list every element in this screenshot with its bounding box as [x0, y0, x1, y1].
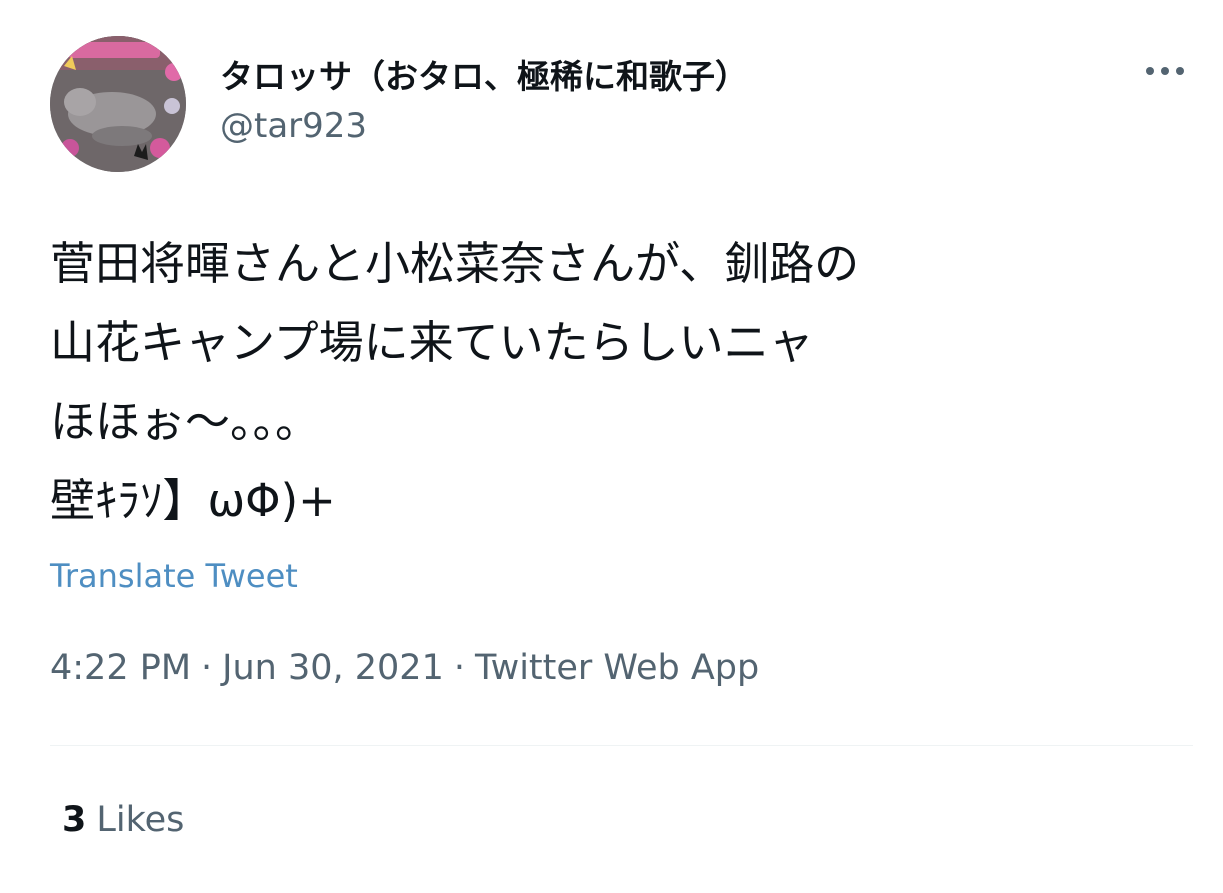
cat-photo-avatar-icon — [50, 36, 186, 172]
avatar[interactable] — [50, 36, 186, 172]
likes-label: Likes — [96, 800, 185, 840]
tweet-text-line: 壁ｷﾗｿ】ωΦ)+ — [50, 474, 336, 527]
divider — [50, 745, 1193, 746]
tweet-time[interactable]: 4:22 PM — [50, 648, 191, 688]
metadata-separator: · — [453, 648, 465, 688]
tweet-text: 菅田将暉さんと小松菜奈さんが、釧路の 山花キャンプ場に来ていたらしいニャ ほほぉ… — [50, 224, 1190, 540]
tweet-source[interactable]: Twitter Web App — [475, 648, 759, 688]
more-horizontal-icon — [1146, 67, 1184, 75]
author-handle[interactable]: @tar923 — [220, 106, 367, 146]
tweet-text-line: ほほぉ〜。。。 — [50, 395, 321, 448]
tweet-date[interactable]: Jun 30, 2021 — [222, 648, 444, 688]
more-options-button[interactable] — [1143, 56, 1187, 86]
metadata-separator: · — [201, 648, 213, 688]
tweet-text-line: 菅田将暉さんと小松菜奈さんが、釧路の — [50, 237, 860, 290]
tweet-text-line: 山花キャンプ場に来ていたらしいニャ — [50, 316, 814, 369]
translate-tweet-link[interactable]: Translate Tweet — [50, 557, 298, 595]
tweet-metadata: 4:22 PM · Jun 30, 2021 · Twitter Web App — [50, 648, 759, 688]
likes-link[interactable]: 3 Likes — [62, 800, 184, 840]
likes-count: 3 — [62, 800, 87, 840]
author-display-name[interactable]: タロッサ（おタロ、極稀に和歌子） — [220, 50, 748, 98]
